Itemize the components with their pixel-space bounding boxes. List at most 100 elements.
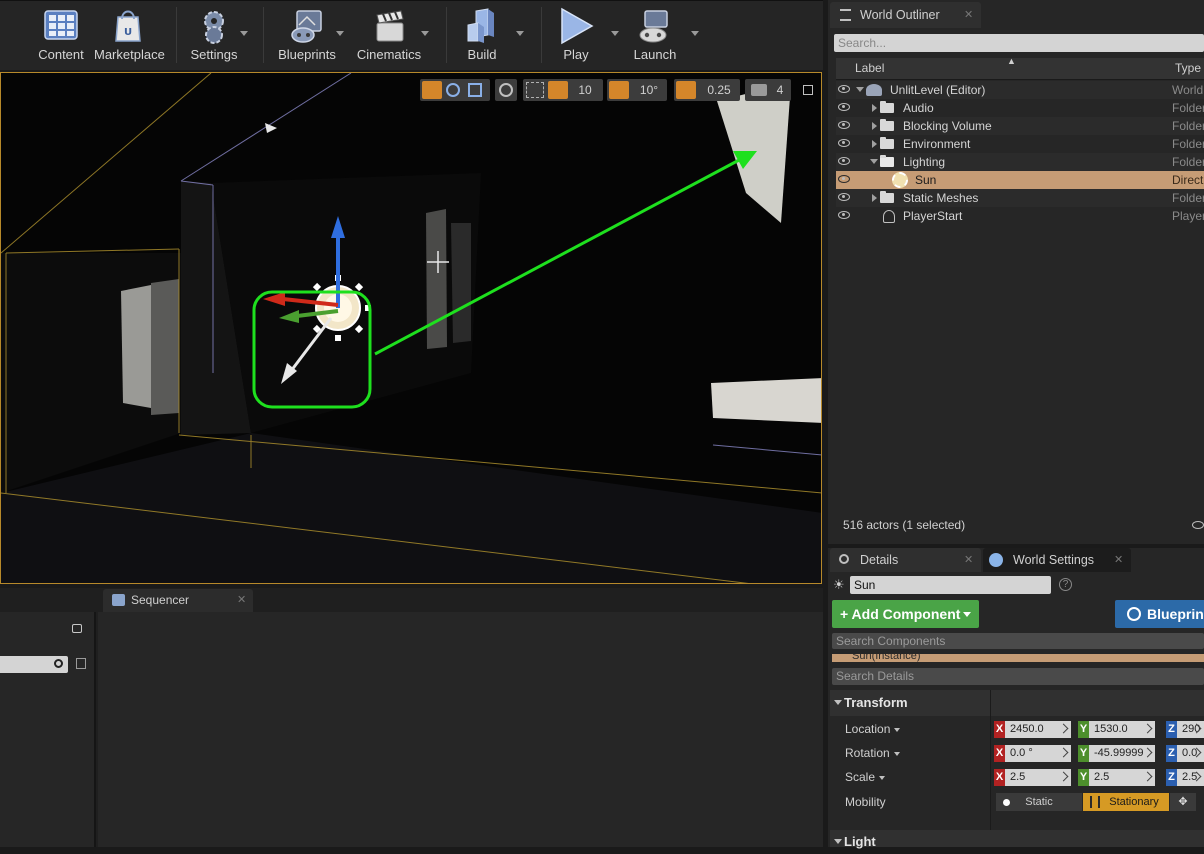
search-input[interactable]	[0, 656, 68, 673]
build-dropdown-arrow[interactable]	[516, 31, 524, 36]
outliner-row-environment[interactable]: Environment Folder	[836, 135, 1204, 153]
expand-arrow-icon[interactable]	[872, 140, 877, 148]
rotation-snap-icon[interactable]	[609, 81, 629, 99]
settings-icon	[204, 11, 224, 44]
tab-world-settings[interactable]: World Settings ✕	[983, 548, 1131, 572]
outliner-row-world[interactable]: UnlitLevel (Editor) World	[836, 81, 1204, 99]
close-icon[interactable]: ✕	[237, 589, 246, 612]
location-y-value[interactable]: 1530.0	[1089, 721, 1155, 738]
marketplace-button[interactable]: U Marketplace	[94, 5, 165, 67]
mobility-stationary-button[interactable]: Stationary	[1083, 793, 1169, 811]
blueprint-button[interactable]: Blueprin	[1115, 600, 1204, 628]
visibility-eye-icon[interactable]	[838, 193, 850, 201]
scale-snap-icon[interactable]	[676, 81, 696, 99]
expand-arrow-icon[interactable]	[872, 122, 877, 130]
rotation-y-value[interactable]: -45.99999	[1089, 745, 1155, 762]
camera-speed-group[interactable]: 4	[745, 79, 791, 101]
outliner-row-static-meshes[interactable]: Static Meshes Folder	[836, 189, 1204, 207]
visibility-eye-icon[interactable]	[838, 211, 850, 219]
outliner-row-audio[interactable]: Audio Folder	[836, 99, 1204, 117]
visibility-eye-icon[interactable]	[838, 121, 850, 129]
outliner-row-lighting[interactable]: Lighting Folder	[836, 153, 1204, 171]
settings-button[interactable]: Settings	[188, 5, 240, 67]
rotation-z-value[interactable]: 0.0	[1177, 745, 1204, 762]
close-icon[interactable]: ✕	[1114, 548, 1123, 572]
scale-x-value[interactable]: 2.5	[1005, 769, 1071, 786]
close-icon[interactable]: ✕	[964, 548, 973, 572]
transform-category-header[interactable]: Transform	[830, 690, 1204, 716]
visibility-eye-icon[interactable]	[838, 85, 850, 93]
grid-snap-value[interactable]: 10	[571, 79, 599, 101]
tab-details[interactable]: Details ✕	[830, 548, 981, 572]
search-components-input[interactable]: Search Components	[832, 633, 1204, 649]
visibility-eye-icon[interactable]	[838, 103, 850, 111]
grid-snap-icon[interactable]	[548, 81, 568, 99]
light-category-header[interactable]: Light	[830, 830, 1204, 849]
type-column-header[interactable]: Type	[1175, 61, 1201, 75]
save-icon[interactable]	[76, 658, 86, 669]
actor-light-icon: ☀	[833, 577, 845, 592]
play-dropdown-arrow[interactable]	[611, 31, 619, 36]
outliner-row-player-start[interactable]: PlayerStart Player	[836, 207, 1204, 225]
location-label[interactable]: Location	[845, 722, 901, 736]
rotation-label-text: Rotation	[845, 746, 890, 760]
world-local-toggle[interactable]	[495, 79, 517, 101]
translate-mode-icon[interactable]	[422, 81, 442, 99]
play-button[interactable]: Play	[554, 5, 598, 67]
collapse-arrow-icon[interactable]	[870, 159, 878, 164]
folder-icon	[880, 119, 894, 131]
expand-arrow-icon[interactable]	[872, 104, 877, 112]
add-component-button[interactable]: + Add Component	[832, 600, 979, 628]
rotate-mode-icon[interactable]	[446, 83, 460, 97]
scale-snap-value[interactable]: 0.25	[700, 79, 738, 101]
outliner-row-blocking-volume[interactable]: Blocking Volume Folder	[836, 117, 1204, 135]
chevron-down-icon	[893, 751, 900, 756]
lock-icon[interactable]	[72, 624, 82, 633]
cinematics-dropdown-arrow[interactable]	[421, 31, 429, 36]
scale-label[interactable]: Scale	[845, 770, 886, 784]
tab-sequencer[interactable]: Sequencer ✕	[103, 589, 253, 612]
maximize-viewport-icon[interactable]	[803, 85, 813, 95]
outliner-footer: 516 actors (1 selected)	[836, 515, 1204, 535]
sort-ascending-icon: ▲	[1007, 56, 1016, 66]
visibility-eye-icon[interactable]	[838, 139, 850, 147]
build-button[interactable]: Build	[460, 5, 504, 67]
view-options-eye-icon[interactable]	[1192, 521, 1204, 529]
surface-snap-icon[interactable]	[526, 82, 544, 98]
help-icon[interactable]: ?	[1059, 578, 1072, 591]
location-z-value[interactable]: 290	[1177, 721, 1204, 738]
blueprints-button[interactable]: Blueprints	[276, 5, 338, 67]
label-column-header[interactable]: Label	[855, 61, 884, 75]
close-icon[interactable]: ✕	[964, 2, 973, 28]
mobility-movable-button[interactable]: ✥	[1170, 793, 1196, 811]
cinematics-button[interactable]: Cinematics	[356, 5, 422, 67]
rotation-snap-value[interactable]: 10°	[633, 79, 665, 101]
outliner-search-input[interactable]: Search...	[834, 34, 1204, 52]
rotation-x-value[interactable]: 0.0 °	[1005, 745, 1071, 762]
visibility-eye-icon[interactable]	[838, 175, 850, 183]
scale-y-value[interactable]: 2.5	[1089, 769, 1155, 786]
search-details-input[interactable]: Search Details	[832, 668, 1204, 685]
launch-button[interactable]: Launch	[630, 5, 680, 67]
mobility-static-button[interactable]: Static	[996, 793, 1082, 811]
visibility-eye-icon[interactable]	[838, 157, 850, 165]
outliner-row-sun[interactable]: Sun Directio	[836, 171, 1204, 189]
settings-dropdown-arrow[interactable]	[240, 31, 248, 36]
rotation-label[interactable]: Rotation	[845, 746, 900, 760]
tab-world-outliner[interactable]: World Outliner ✕	[830, 2, 981, 28]
static-icon	[1003, 799, 1010, 806]
actor-name-input[interactable]: Sun	[850, 576, 1051, 594]
folder-icon	[880, 137, 894, 149]
blueprints-dropdown-arrow[interactable]	[336, 31, 344, 36]
expand-arrow-icon[interactable]	[872, 194, 877, 202]
transform-mode-group	[420, 79, 490, 101]
collapse-arrow-icon[interactable]	[856, 87, 864, 92]
component-instance-row[interactable]: Sun(Instance)	[832, 654, 1204, 662]
content-button[interactable]: Content	[36, 5, 86, 67]
launch-dropdown-arrow[interactable]	[691, 31, 699, 36]
scale-mode-icon[interactable]	[468, 83, 482, 97]
scale-z-value[interactable]: 2.5	[1177, 769, 1204, 786]
level-viewport[interactable]: 10 10° 0.25 4	[0, 72, 822, 584]
location-x-value[interactable]: 2450.0	[1005, 721, 1071, 738]
rotation-snap-group: 10°	[607, 79, 667, 101]
